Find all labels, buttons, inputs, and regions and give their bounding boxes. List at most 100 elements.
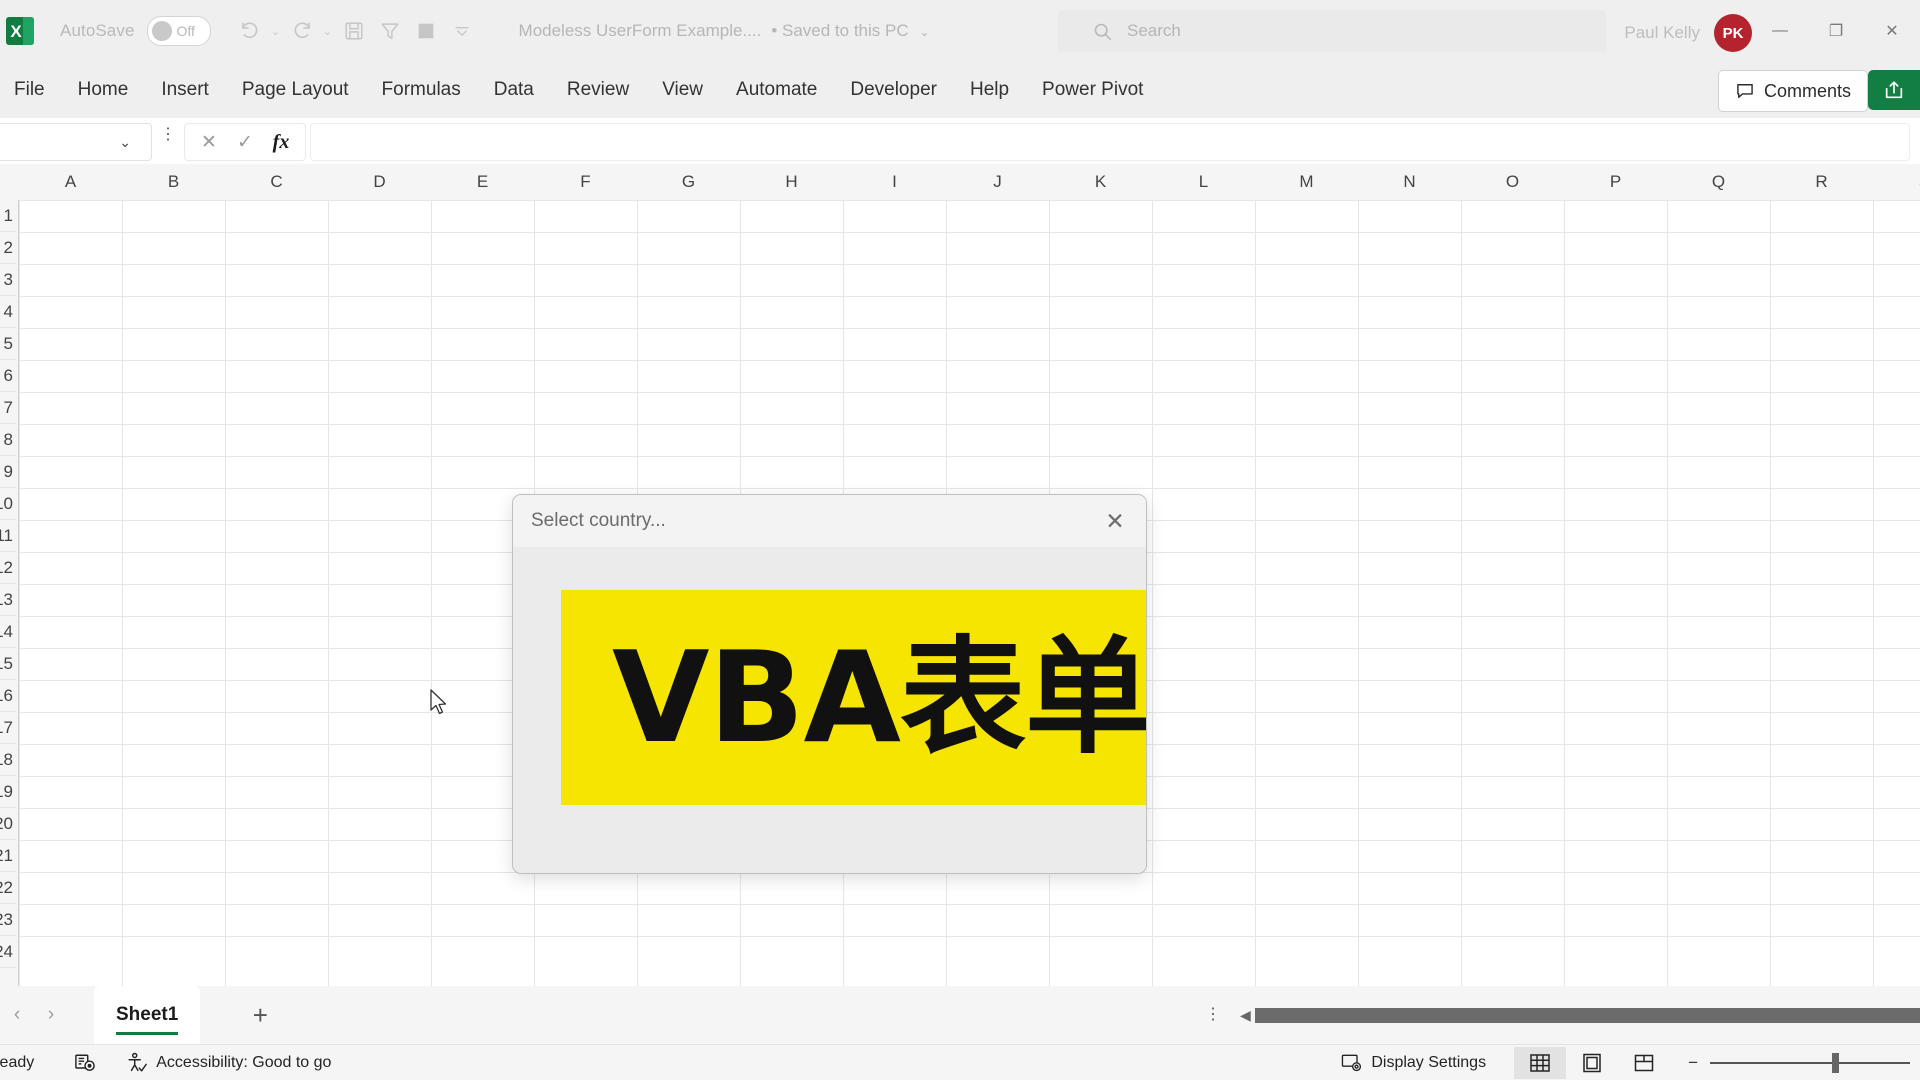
undo-dropdown-icon[interactable]: ⌄ [269, 25, 283, 38]
redo-dropdown-icon[interactable]: ⌄ [321, 25, 335, 38]
tab-power-pivot[interactable]: Power Pivot [1042, 79, 1143, 101]
tab-developer[interactable]: Developer [850, 79, 937, 101]
tab-file[interactable]: File [14, 79, 45, 101]
accessibility-status[interactable]: Accessibility: Good to go [126, 1052, 331, 1074]
userform-dialog[interactable]: Select country... ✕ VBA表单设计 [512, 494, 1147, 874]
scroll-left-icon[interactable]: ◀ [1240, 1007, 1251, 1024]
search-box[interactable]: Search [1058, 10, 1606, 52]
horizontal-scroll-track[interactable] [1254, 1007, 1920, 1023]
column-header-n[interactable]: N [1358, 164, 1462, 200]
page-break-view-button[interactable] [1618, 1047, 1670, 1079]
filter-icon[interactable] [373, 14, 407, 48]
zoom-out-button[interactable]: − [1688, 1053, 1698, 1073]
cancel-entry-button[interactable]: ✕ [191, 131, 227, 154]
account-area[interactable]: Paul Kelly PK [1624, 14, 1752, 52]
name-box[interactable]: ⌄ [0, 123, 152, 161]
column-header-e[interactable]: E [431, 164, 535, 200]
column-header-r[interactable]: R [1770, 164, 1874, 200]
row-header-17[interactable]: 17 [0, 712, 16, 744]
undo-icon[interactable] [233, 14, 267, 48]
userform-title-bar[interactable]: Select country... ✕ [513, 495, 1146, 547]
document-title[interactable]: Modeless UserForm Example.... [519, 21, 762, 41]
add-sheet-button[interactable]: + [242, 1000, 278, 1031]
column-header-l[interactable]: L [1152, 164, 1256, 200]
row-header-13[interactable]: 13 [0, 584, 16, 616]
tab-formulas[interactable]: Formulas [382, 79, 461, 101]
restore-button[interactable]: ❐ [1808, 0, 1864, 62]
stop-recording-icon[interactable] [409, 14, 443, 48]
normal-view-button[interactable] [1514, 1047, 1567, 1079]
column-header-g[interactable]: G [637, 164, 741, 200]
save-icon[interactable] [337, 14, 371, 48]
row-header-3[interactable]: 3 [0, 264, 16, 296]
row-header-23[interactable]: 23 [0, 904, 16, 936]
minimize-button[interactable]: — [1752, 0, 1808, 62]
zoom-control[interactable]: − [1688, 1053, 1910, 1073]
record-macro-button[interactable] [74, 1053, 96, 1073]
row-header-8[interactable]: 8 [0, 424, 16, 456]
column-header-j[interactable]: J [946, 164, 1050, 200]
tab-insert[interactable]: Insert [161, 79, 209, 101]
confirm-entry-button[interactable]: ✓ [227, 131, 263, 154]
insert-function-button[interactable]: fx [263, 131, 299, 154]
horizontal-scroll-thumb[interactable] [1254, 1007, 1920, 1023]
row-header-18[interactable]: 18 [0, 744, 16, 776]
row-header-22[interactable]: 22 [0, 872, 16, 904]
row-header-15[interactable]: 15 [0, 648, 16, 680]
row-header-19[interactable]: 19 [0, 776, 16, 808]
tab-data[interactable]: Data [494, 79, 534, 101]
tab-view[interactable]: View [662, 79, 703, 101]
userform-close-button[interactable]: ✕ [1098, 505, 1132, 537]
tab-automate[interactable]: Automate [736, 79, 817, 101]
row-header-7[interactable]: 7 [0, 392, 16, 424]
customize-qat-icon[interactable] [445, 14, 479, 48]
row-header-9[interactable]: 9 [0, 456, 16, 488]
sheet-tab-sheet1[interactable]: Sheet1 [94, 986, 201, 1044]
comments-button[interactable]: Comments [1717, 70, 1868, 112]
tab-home[interactable]: Home [78, 79, 129, 101]
column-header-h[interactable]: H [740, 164, 844, 200]
row-header-14[interactable]: 14 [0, 616, 16, 648]
tab-review[interactable]: Review [567, 79, 629, 101]
row-header-5[interactable]: 5 [0, 328, 16, 360]
zoom-slider-track[interactable] [1710, 1053, 1910, 1073]
redo-icon[interactable] [285, 14, 319, 48]
row-header-11[interactable]: 11 [0, 520, 16, 552]
tab-help[interactable]: Help [970, 79, 1009, 101]
column-header-b[interactable]: B [122, 164, 226, 200]
row-header-24[interactable]: 24 [0, 936, 16, 968]
sheet-tab-overflow-icon[interactable]: ⋮ [1205, 1007, 1221, 1023]
row-header-1[interactable]: 1 [0, 200, 16, 232]
column-header-k[interactable]: K [1049, 164, 1153, 200]
row-header-6[interactable]: 6 [0, 360, 16, 392]
tab-page-layout[interactable]: Page Layout [242, 79, 349, 101]
formula-input[interactable] [310, 123, 1910, 161]
save-status[interactable]: • Saved to this PC ⌄ [771, 21, 929, 41]
row-header-10[interactable]: 10 [0, 488, 16, 520]
share-button[interactable] [1868, 70, 1920, 110]
row-header-20[interactable]: 20 [0, 808, 16, 840]
column-header-a[interactable]: A [19, 164, 123, 200]
page-layout-view-button[interactable] [1566, 1047, 1618, 1079]
zoom-slider-thumb[interactable] [1832, 1053, 1839, 1073]
horizontal-scrollbar[interactable]: ◀ [1240, 1000, 1920, 1030]
column-header-m[interactable]: M [1255, 164, 1359, 200]
column-header-i[interactable]: I [843, 164, 947, 200]
row-header-16[interactable]: 16 [0, 680, 16, 712]
next-sheet-button[interactable]: › [34, 1004, 68, 1026]
column-header-o[interactable]: O [1461, 164, 1565, 200]
row-header-12[interactable]: 12 [0, 552, 16, 584]
prev-sheet-button[interactable]: ‹ [0, 1004, 34, 1026]
row-header-21[interactable]: 21 [0, 840, 16, 872]
column-header-s[interactable]: S [1873, 164, 1920, 200]
column-header-p[interactable]: P [1564, 164, 1668, 200]
column-header-d[interactable]: D [328, 164, 432, 200]
column-header-f[interactable]: F [534, 164, 638, 200]
column-header-q[interactable]: Q [1667, 164, 1771, 200]
avatar[interactable]: PK [1714, 14, 1752, 52]
autosave-toggle[interactable]: Off [146, 16, 211, 46]
row-header-4[interactable]: 4 [0, 296, 16, 328]
row-header-2[interactable]: 2 [0, 232, 16, 264]
display-settings-button[interactable]: Display Settings [1341, 1053, 1486, 1073]
close-button[interactable]: ✕ [1864, 0, 1920, 62]
